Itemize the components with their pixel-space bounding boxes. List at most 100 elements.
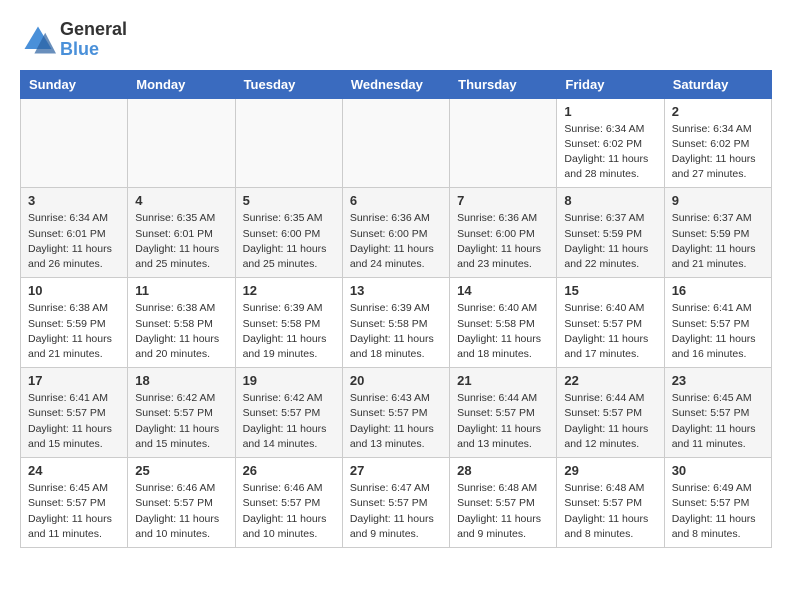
day-info: Sunrise: 6:49 AM Sunset: 5:57 PM Dayligh… [672,481,764,542]
day-info: Sunrise: 6:34 AM Sunset: 6:01 PM Dayligh… [28,211,120,272]
day-number: 5 [243,193,335,208]
calendar-cell: 27 Sunrise: 6:47 AM Sunset: 5:57 PM Dayli… [342,458,449,548]
calendar-cell: 20Sunrise: 6:43 AM Sunset: 5:57 PM Dayli… [342,368,449,458]
calendar-cell: 22Sunrise: 6:44 AM Sunset: 5:57 PM Dayli… [557,368,664,458]
weekday-header-monday: Monday [128,70,235,98]
day-info: Sunrise: 6:40 AM Sunset: 5:57 PM Dayligh… [564,301,656,362]
day-info: Sunrise: 6:38 AM Sunset: 5:59 PM Dayligh… [28,301,120,362]
calendar-cell: 29 Sunrise: 6:48 AM Sunset: 5:57 PM Dayli… [557,458,664,548]
page-header: General Blue [20,20,772,60]
calendar-body: 1 Sunrise: 6:34 AM Sunset: 6:02 PM Daylig… [21,98,772,547]
day-info: Sunrise: 6:41 AM Sunset: 5:57 PM Dayligh… [672,301,764,362]
calendar-cell: 10 Sunrise: 6:38 AM Sunset: 5:59 PM Dayli… [21,278,128,368]
day-number: 29 [564,463,656,478]
calendar-cell: 18Sunrise: 6:42 AM Sunset: 5:57 PM Dayli… [128,368,235,458]
calendar-week-4: 17 Sunrise: 6:41 AM Sunset: 5:57 PM Dayli… [21,368,772,458]
weekday-header-saturday: Saturday [664,70,771,98]
weekday-header-wednesday: Wednesday [342,70,449,98]
day-info: Sunrise: 6:34 AM Sunset: 6:02 PM Dayligh… [672,122,764,183]
calendar-cell: 28Sunrise: 6:48 AM Sunset: 5:57 PM Dayli… [450,458,557,548]
day-number: 19 [243,373,335,388]
calendar-cell: 21 Sunrise: 6:44 AM Sunset: 5:57 PM Dayli… [450,368,557,458]
calendar-cell: 9 Sunrise: 6:37 AM Sunset: 5:59 PM Daylig… [664,188,771,278]
day-number: 23 [672,373,764,388]
calendar-table: SundayMondayTuesdayWednesdayThursdayFrid… [20,70,772,548]
day-number: 27 [350,463,442,478]
day-info: Sunrise: 6:42 AM Sunset: 5:57 PM Dayligh… [135,391,227,452]
calendar-cell: 15 Sunrise: 6:40 AM Sunset: 5:57 PM Dayli… [557,278,664,368]
day-info: Sunrise: 6:35 AM Sunset: 6:01 PM Dayligh… [135,211,227,272]
day-number: 25 [135,463,227,478]
calendar-cell [128,98,235,188]
calendar-cell [21,98,128,188]
day-info: Sunrise: 6:44 AM Sunset: 5:57 PM Dayligh… [457,391,549,452]
day-info: Sunrise: 6:46 AM Sunset: 5:57 PM Dayligh… [243,481,335,542]
calendar-cell: 8 Sunrise: 6:37 AM Sunset: 5:59 PM Daylig… [557,188,664,278]
day-number: 9 [672,193,764,208]
day-number: 16 [672,283,764,298]
calendar-week-3: 10 Sunrise: 6:38 AM Sunset: 5:59 PM Dayli… [21,278,772,368]
calendar-cell: 17 Sunrise: 6:41 AM Sunset: 5:57 PM Dayli… [21,368,128,458]
day-number: 17 [28,373,120,388]
day-info: Sunrise: 6:42 AM Sunset: 5:57 PM Dayligh… [243,391,335,452]
calendar-cell: 6Sunrise: 6:36 AM Sunset: 6:00 PM Daylig… [342,188,449,278]
calendar-cell: 4 Sunrise: 6:35 AM Sunset: 6:01 PM Daylig… [128,188,235,278]
weekday-header-sunday: Sunday [21,70,128,98]
day-info: Sunrise: 6:44 AM Sunset: 5:57 PM Dayligh… [564,391,656,452]
calendar-cell: 2 Sunrise: 6:34 AM Sunset: 6:02 PM Daylig… [664,98,771,188]
day-number: 26 [243,463,335,478]
day-number: 8 [564,193,656,208]
calendar-cell: 3 Sunrise: 6:34 AM Sunset: 6:01 PM Daylig… [21,188,128,278]
calendar-cell: 30 Sunrise: 6:49 AM Sunset: 5:57 PM Dayli… [664,458,771,548]
day-number: 2 [672,104,764,119]
day-info: Sunrise: 6:45 AM Sunset: 5:57 PM Dayligh… [28,481,120,542]
logo-text: General Blue [60,20,127,60]
day-number: 20 [350,373,442,388]
day-number: 11 [135,283,227,298]
weekday-header-thursday: Thursday [450,70,557,98]
day-number: 1 [564,104,656,119]
day-number: 24 [28,463,120,478]
calendar-cell: 25Sunrise: 6:46 AM Sunset: 5:57 PM Dayli… [128,458,235,548]
day-info: Sunrise: 6:37 AM Sunset: 5:59 PM Dayligh… [672,211,764,272]
calendar-cell [450,98,557,188]
day-number: 3 [28,193,120,208]
calendar-cell: 11Sunrise: 6:38 AM Sunset: 5:58 PM Dayli… [128,278,235,368]
logo: General Blue [20,20,127,60]
day-info: Sunrise: 6:41 AM Sunset: 5:57 PM Dayligh… [28,391,120,452]
day-info: Sunrise: 6:47 AM Sunset: 5:57 PM Dayligh… [350,481,442,542]
day-number: 4 [135,193,227,208]
day-number: 21 [457,373,549,388]
day-number: 14 [457,283,549,298]
day-info: Sunrise: 6:36 AM Sunset: 6:00 PM Dayligh… [350,211,442,272]
calendar-cell: 14 Sunrise: 6:40 AM Sunset: 5:58 PM Dayli… [450,278,557,368]
calendar-cell: 23 Sunrise: 6:45 AM Sunset: 5:57 PM Dayli… [664,368,771,458]
day-info: Sunrise: 6:34 AM Sunset: 6:02 PM Dayligh… [564,122,656,183]
calendar-cell: 16 Sunrise: 6:41 AM Sunset: 5:57 PM Dayli… [664,278,771,368]
day-number: 15 [564,283,656,298]
calendar-cell: 13Sunrise: 6:39 AM Sunset: 5:58 PM Dayli… [342,278,449,368]
weekday-header-row: SundayMondayTuesdayWednesdayThursdayFrid… [21,70,772,98]
day-number: 7 [457,193,549,208]
calendar-cell: 19 Sunrise: 6:42 AM Sunset: 5:57 PM Dayli… [235,368,342,458]
calendar-week-5: 24 Sunrise: 6:45 AM Sunset: 5:57 PM Dayli… [21,458,772,548]
day-info: Sunrise: 6:45 AM Sunset: 5:57 PM Dayligh… [672,391,764,452]
day-info: Sunrise: 6:39 AM Sunset: 5:58 PM Dayligh… [350,301,442,362]
day-number: 12 [243,283,335,298]
logo-icon [20,22,56,58]
weekday-header-tuesday: Tuesday [235,70,342,98]
calendar-cell [342,98,449,188]
calendar-cell: 1 Sunrise: 6:34 AM Sunset: 6:02 PM Daylig… [557,98,664,188]
calendar-cell: 12Sunrise: 6:39 AM Sunset: 5:58 PM Dayli… [235,278,342,368]
calendar-week-1: 1 Sunrise: 6:34 AM Sunset: 6:02 PM Daylig… [21,98,772,188]
day-info: Sunrise: 6:36 AM Sunset: 6:00 PM Dayligh… [457,211,549,272]
day-info: Sunrise: 6:40 AM Sunset: 5:58 PM Dayligh… [457,301,549,362]
day-number: 10 [28,283,120,298]
calendar-cell [235,98,342,188]
day-info: Sunrise: 6:48 AM Sunset: 5:57 PM Dayligh… [564,481,656,542]
day-info: Sunrise: 6:37 AM Sunset: 5:59 PM Dayligh… [564,211,656,272]
calendar-cell: 26 Sunrise: 6:46 AM Sunset: 5:57 PM Dayli… [235,458,342,548]
day-number: 30 [672,463,764,478]
calendar-cell: 7 Sunrise: 6:36 AM Sunset: 6:00 PM Daylig… [450,188,557,278]
day-info: Sunrise: 6:48 AM Sunset: 5:57 PM Dayligh… [457,481,549,542]
